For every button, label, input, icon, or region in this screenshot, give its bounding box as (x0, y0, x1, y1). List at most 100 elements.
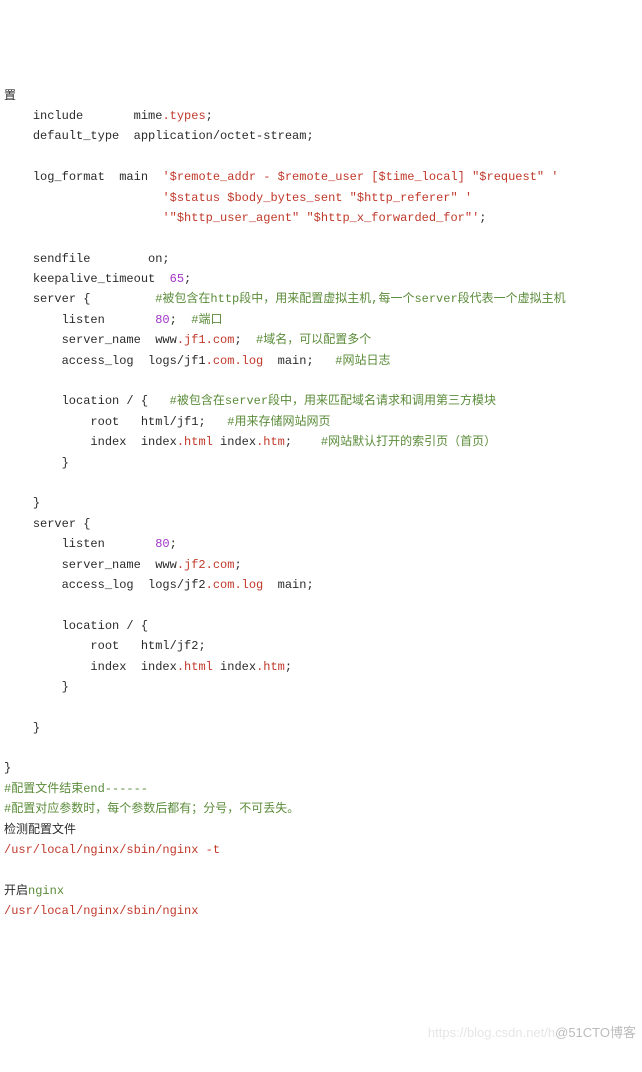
code-token: .htm (256, 660, 285, 674)
code-token: #网站默认打开的索引页（首页） (321, 435, 496, 449)
code-token: .htm (256, 435, 285, 449)
code-line: } (4, 758, 640, 778)
code-token: server_name www (62, 558, 177, 572)
code-token: 检测配置文件 (4, 823, 76, 837)
code-token: #被包含在http段中，用来配置虚拟主机,每一个server段代表一个虚拟主机 (155, 292, 565, 306)
code-token: server { (33, 517, 91, 531)
code-token: #用来存储网站网页 (227, 415, 330, 429)
code-token: ; (170, 313, 192, 327)
code-token (4, 863, 11, 877)
code-token: ; (479, 211, 486, 225)
code-token: main; (263, 578, 313, 592)
code-line (4, 595, 640, 615)
code-line: server { #被包含在http段中，用来配置虚拟主机,每一个server段… (4, 289, 640, 309)
code-token: .jf1.com (177, 333, 235, 347)
code-line: server_name www.jf2.com; (4, 555, 640, 575)
code-line: root html/jf2; (4, 636, 640, 656)
code-token: '$remote_addr - $remote_user [$time_loca… (162, 170, 558, 184)
code-token: '"$http_user_agent" "$http_x_forwarded_f… (162, 211, 479, 225)
code-line: #配置文件结束end------ (4, 779, 640, 799)
code-line (4, 697, 640, 717)
code-line (4, 228, 640, 248)
code-line: location / { #被包含在server段中，用来匹配域名请求和调用第三… (4, 391, 640, 411)
code-line (4, 473, 640, 493)
code-token: } (33, 721, 40, 735)
code-token: ; (206, 109, 213, 123)
code-token: #配置文件结束end------ (4, 782, 148, 796)
code-token: index (213, 660, 256, 674)
code-token: server { (33, 292, 155, 306)
code-line: sendfile on; (4, 249, 640, 269)
code-token: ; (285, 435, 321, 449)
code-line: /usr/local/nginx/sbin/nginx (4, 901, 640, 921)
code-token: access_log logs/jf1 (62, 354, 206, 368)
code-token: .html (177, 660, 213, 674)
code-token (4, 476, 11, 490)
code-token: server_name www (62, 333, 177, 347)
code-token: } (33, 496, 40, 510)
code-line: } (4, 677, 640, 697)
code-token: listen (62, 313, 156, 327)
watermark-right: @51CTO博客 (555, 1025, 636, 1040)
code-token (4, 231, 11, 245)
code-token (4, 741, 11, 755)
code-token: root html/jf2; (90, 639, 205, 653)
code-token: } (62, 680, 69, 694)
code-token (4, 700, 11, 714)
code-token: location / { (62, 394, 170, 408)
code-token: 置 (4, 89, 16, 103)
code-token: .html (177, 435, 213, 449)
code-token: access_log logs/jf2 (62, 578, 206, 592)
code-line (4, 860, 640, 880)
code-token: } (4, 761, 11, 775)
code-line: include mime.types; (4, 106, 640, 126)
code-line: listen 80; (4, 534, 640, 554)
code-token (4, 598, 11, 612)
code-token: root html/jf1; (90, 415, 227, 429)
code-token: location / { (62, 619, 148, 633)
code-line: index index.html index.htm; (4, 657, 640, 677)
code-token: default_type application/octet-stream; (33, 129, 314, 143)
code-line: server { (4, 514, 640, 534)
code-block: 置 include mime.types; default_type appli… (4, 86, 640, 922)
code-token: sendfile on; (33, 252, 170, 266)
code-token: index index (90, 660, 176, 674)
code-line (4, 147, 640, 167)
watermark-url: https://blog.csdn.net/h (428, 1025, 555, 1040)
code-line (4, 738, 640, 758)
code-token: ; (170, 537, 177, 551)
code-token: ; (234, 333, 256, 347)
code-token: index (213, 435, 256, 449)
code-token: ; (285, 660, 292, 674)
code-line: '"$http_user_agent" "$http_x_forwarded_f… (4, 208, 640, 228)
code-token: #被包含在server段中，用来匹配域名请求和调用第三方模块 (170, 394, 496, 408)
code-token: } (62, 456, 69, 470)
code-line: location / { (4, 616, 640, 636)
code-line: 检测配置文件 (4, 820, 640, 840)
code-token: .jf2.com (177, 558, 235, 572)
code-token: .com.log (206, 578, 264, 592)
code-token: keepalive_timeout (33, 272, 170, 286)
code-line: keepalive_timeout 65; (4, 269, 640, 289)
code-token: listen (62, 537, 156, 551)
code-line: root html/jf1; #用来存储网站网页 (4, 412, 640, 432)
code-token (4, 150, 11, 164)
code-line: } (4, 718, 640, 738)
code-token: 80 (155, 313, 169, 327)
code-line: log_format main '$remote_addr - $remote_… (4, 167, 640, 187)
code-line: server_name www.jf1.com; #域名，可以配置多个 (4, 330, 640, 350)
code-line: default_type application/octet-stream; (4, 126, 640, 146)
code-line: '$status $body_bytes_sent "$http_referer… (4, 188, 640, 208)
code-token: #域名，可以配置多个 (256, 333, 371, 347)
code-line: /usr/local/nginx/sbin/nginx -t (4, 840, 640, 860)
code-token: .types (162, 109, 205, 123)
code-token (33, 211, 163, 225)
code-line: index index.html index.htm; #网站默认打开的索引页（… (4, 432, 640, 452)
code-token: /usr/local/nginx/sbin/nginx (4, 904, 198, 918)
code-line: listen 80; #端口 (4, 310, 640, 330)
code-token: main; (263, 354, 335, 368)
code-line: 置 (4, 86, 640, 106)
code-token: 80 (155, 537, 169, 551)
code-token: /usr/local/nginx/sbin/nginx -t (4, 843, 220, 857)
code-line: } (4, 493, 640, 513)
